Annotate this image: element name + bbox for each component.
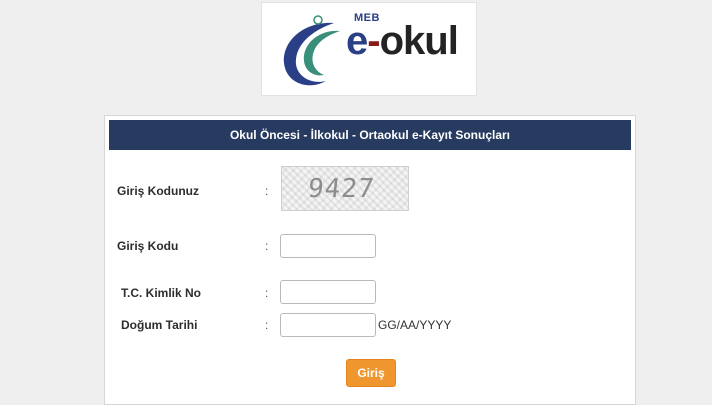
logo-eokul-text: e-okul xyxy=(346,19,459,63)
birth-colon: : xyxy=(265,318,269,332)
tc-label: T.C. Kimlik No xyxy=(121,286,202,300)
login-panel: Okul Öncesi - İlkokul - Ortaokul e-Kayıt… xyxy=(104,115,636,405)
code-input[interactable] xyxy=(280,234,376,258)
tc-colon: : xyxy=(265,286,269,300)
tc-input[interactable] xyxy=(280,280,376,304)
captcha-image: 9427 xyxy=(281,166,409,211)
birth-label: Doğum Tarihi xyxy=(121,318,198,332)
birth-date-input[interactable] xyxy=(280,313,376,337)
eokul-logo: MEB e-okul xyxy=(261,2,477,96)
captcha-code: 9427 xyxy=(306,174,377,204)
code-label: Giriş Kodu xyxy=(117,239,179,253)
captcha-label: Giriş Kodunuz xyxy=(117,184,199,198)
eokul-swoosh-icon xyxy=(283,15,340,86)
captcha-colon: : xyxy=(265,184,269,198)
panel-title: Okul Öncesi - İlkokul - Ortaokul e-Kayıt… xyxy=(109,120,631,150)
birth-format-hint: GG/AA/YYYY xyxy=(378,318,452,332)
code-colon: : xyxy=(265,239,269,253)
login-button[interactable]: Giriş xyxy=(346,359,396,387)
